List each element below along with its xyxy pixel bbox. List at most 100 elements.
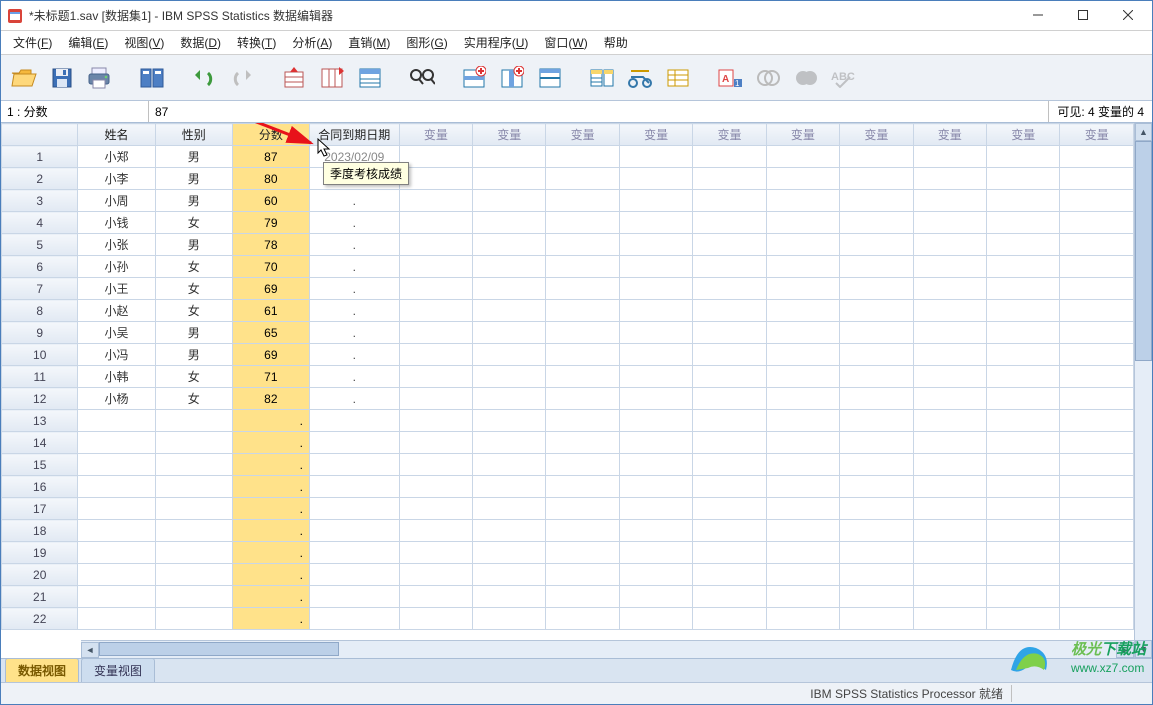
cell-empty[interactable] bbox=[473, 542, 546, 564]
redo-button[interactable] bbox=[225, 61, 259, 95]
menu-3[interactable]: 数据(D) bbox=[172, 31, 229, 54]
cell[interactable] bbox=[309, 608, 399, 630]
cell-empty[interactable] bbox=[546, 168, 619, 190]
row-header[interactable]: 22 bbox=[2, 608, 78, 630]
cell-empty[interactable] bbox=[986, 520, 1059, 542]
cell-empty[interactable] bbox=[766, 432, 839, 454]
cell-empty[interactable] bbox=[473, 168, 546, 190]
cell-empty[interactable] bbox=[619, 542, 692, 564]
cell[interactable] bbox=[309, 498, 399, 520]
cell[interactable]: 小李 bbox=[78, 168, 155, 190]
row-header[interactable]: 7 bbox=[2, 278, 78, 300]
horizontal-scroll-thumb[interactable] bbox=[99, 642, 339, 656]
menu-5[interactable]: 分析(A) bbox=[284, 31, 340, 54]
cell-empty[interactable] bbox=[619, 322, 692, 344]
cell-empty[interactable] bbox=[986, 432, 1059, 454]
cell-empty[interactable] bbox=[840, 212, 913, 234]
vertical-scroll-thumb[interactable] bbox=[1135, 141, 1152, 361]
cell-empty[interactable] bbox=[399, 212, 472, 234]
cell[interactable]: 78 bbox=[232, 234, 309, 256]
cell[interactable]: . bbox=[309, 300, 399, 322]
cell-empty[interactable] bbox=[766, 520, 839, 542]
cell-empty[interactable] bbox=[766, 366, 839, 388]
scroll-up-button[interactable]: ▲ bbox=[1135, 123, 1152, 141]
cell-empty[interactable] bbox=[766, 234, 839, 256]
column-header-性别[interactable]: 性别 bbox=[155, 124, 232, 146]
cell-empty[interactable] bbox=[840, 146, 913, 168]
cell-empty[interactable] bbox=[399, 564, 472, 586]
cell[interactable] bbox=[309, 410, 399, 432]
cell-empty[interactable] bbox=[473, 146, 546, 168]
cell-empty[interactable] bbox=[986, 498, 1059, 520]
menu-9[interactable]: 窗口(W) bbox=[536, 31, 595, 54]
cell-empty[interactable] bbox=[693, 410, 766, 432]
cell-empty[interactable] bbox=[473, 388, 546, 410]
menu-1[interactable]: 编辑(E) bbox=[60, 31, 116, 54]
cell[interactable]: 79 bbox=[232, 212, 309, 234]
cell-empty[interactable] bbox=[913, 300, 986, 322]
row-header[interactable]: 19 bbox=[2, 542, 78, 564]
cell-empty[interactable] bbox=[693, 608, 766, 630]
use-variable-sets-button[interactable]: A1 bbox=[713, 61, 747, 95]
cell-empty[interactable] bbox=[840, 586, 913, 608]
cell[interactable] bbox=[309, 432, 399, 454]
cell-empty[interactable] bbox=[619, 256, 692, 278]
cell-empty[interactable] bbox=[766, 542, 839, 564]
cell-empty[interactable] bbox=[693, 234, 766, 256]
cell-empty[interactable] bbox=[986, 564, 1059, 586]
column-header-empty[interactable]: 变量 bbox=[693, 124, 766, 146]
cell-empty[interactable] bbox=[840, 234, 913, 256]
cell[interactable]: . bbox=[309, 190, 399, 212]
cell[interactable] bbox=[78, 476, 155, 498]
cell-empty[interactable] bbox=[546, 256, 619, 278]
tab-data-view[interactable]: 数据视图 bbox=[5, 658, 79, 682]
cell-empty[interactable] bbox=[1060, 168, 1134, 190]
cell-empty[interactable] bbox=[913, 256, 986, 278]
cell-empty[interactable] bbox=[1060, 344, 1134, 366]
cell-empty[interactable] bbox=[986, 278, 1059, 300]
cell[interactable]: . bbox=[232, 520, 309, 542]
cell-empty[interactable] bbox=[693, 388, 766, 410]
cell-empty[interactable] bbox=[399, 542, 472, 564]
cell[interactable] bbox=[155, 432, 232, 454]
cell-empty[interactable] bbox=[840, 300, 913, 322]
cell[interactable]: 女 bbox=[155, 366, 232, 388]
row-header[interactable]: 4 bbox=[2, 212, 78, 234]
cell-empty[interactable] bbox=[473, 410, 546, 432]
menu-2[interactable]: 视图(V) bbox=[116, 31, 172, 54]
cell-empty[interactable] bbox=[913, 190, 986, 212]
horizontal-scrollbar[interactable]: ◄ ► bbox=[81, 640, 1134, 658]
cell-empty[interactable] bbox=[840, 388, 913, 410]
cell-empty[interactable] bbox=[986, 256, 1059, 278]
cell-empty[interactable] bbox=[840, 410, 913, 432]
column-header-empty[interactable]: 变量 bbox=[766, 124, 839, 146]
spellcheck-button[interactable]: ABC bbox=[827, 61, 861, 95]
tab-variable-view[interactable]: 变量视图 bbox=[81, 658, 155, 682]
row-header[interactable]: 18 bbox=[2, 520, 78, 542]
find-button[interactable] bbox=[405, 61, 439, 95]
cell-empty[interactable] bbox=[986, 146, 1059, 168]
cell[interactable]: 87 bbox=[232, 146, 309, 168]
cell-empty[interactable] bbox=[693, 498, 766, 520]
cell-empty[interactable] bbox=[473, 344, 546, 366]
cell[interactable]: . bbox=[309, 344, 399, 366]
cell-empty[interactable] bbox=[619, 564, 692, 586]
cell-empty[interactable] bbox=[1060, 278, 1134, 300]
cell-empty[interactable] bbox=[399, 300, 472, 322]
cell-empty[interactable] bbox=[986, 168, 1059, 190]
cell[interactable] bbox=[78, 586, 155, 608]
cell-empty[interactable] bbox=[1060, 454, 1134, 476]
print-button[interactable] bbox=[83, 61, 117, 95]
column-header-empty[interactable]: 变量 bbox=[1060, 124, 1134, 146]
cell[interactable]: 女 bbox=[155, 388, 232, 410]
cell[interactable] bbox=[155, 454, 232, 476]
cell-empty[interactable] bbox=[1060, 498, 1134, 520]
cell[interactable] bbox=[78, 432, 155, 454]
cell-empty[interactable] bbox=[399, 388, 472, 410]
cell-empty[interactable] bbox=[619, 432, 692, 454]
row-header[interactable]: 9 bbox=[2, 322, 78, 344]
cell[interactable]: . bbox=[232, 498, 309, 520]
cell-empty[interactable] bbox=[986, 608, 1059, 630]
cell[interactable]: 小钱 bbox=[78, 212, 155, 234]
cell[interactable]: 80 bbox=[232, 168, 309, 190]
